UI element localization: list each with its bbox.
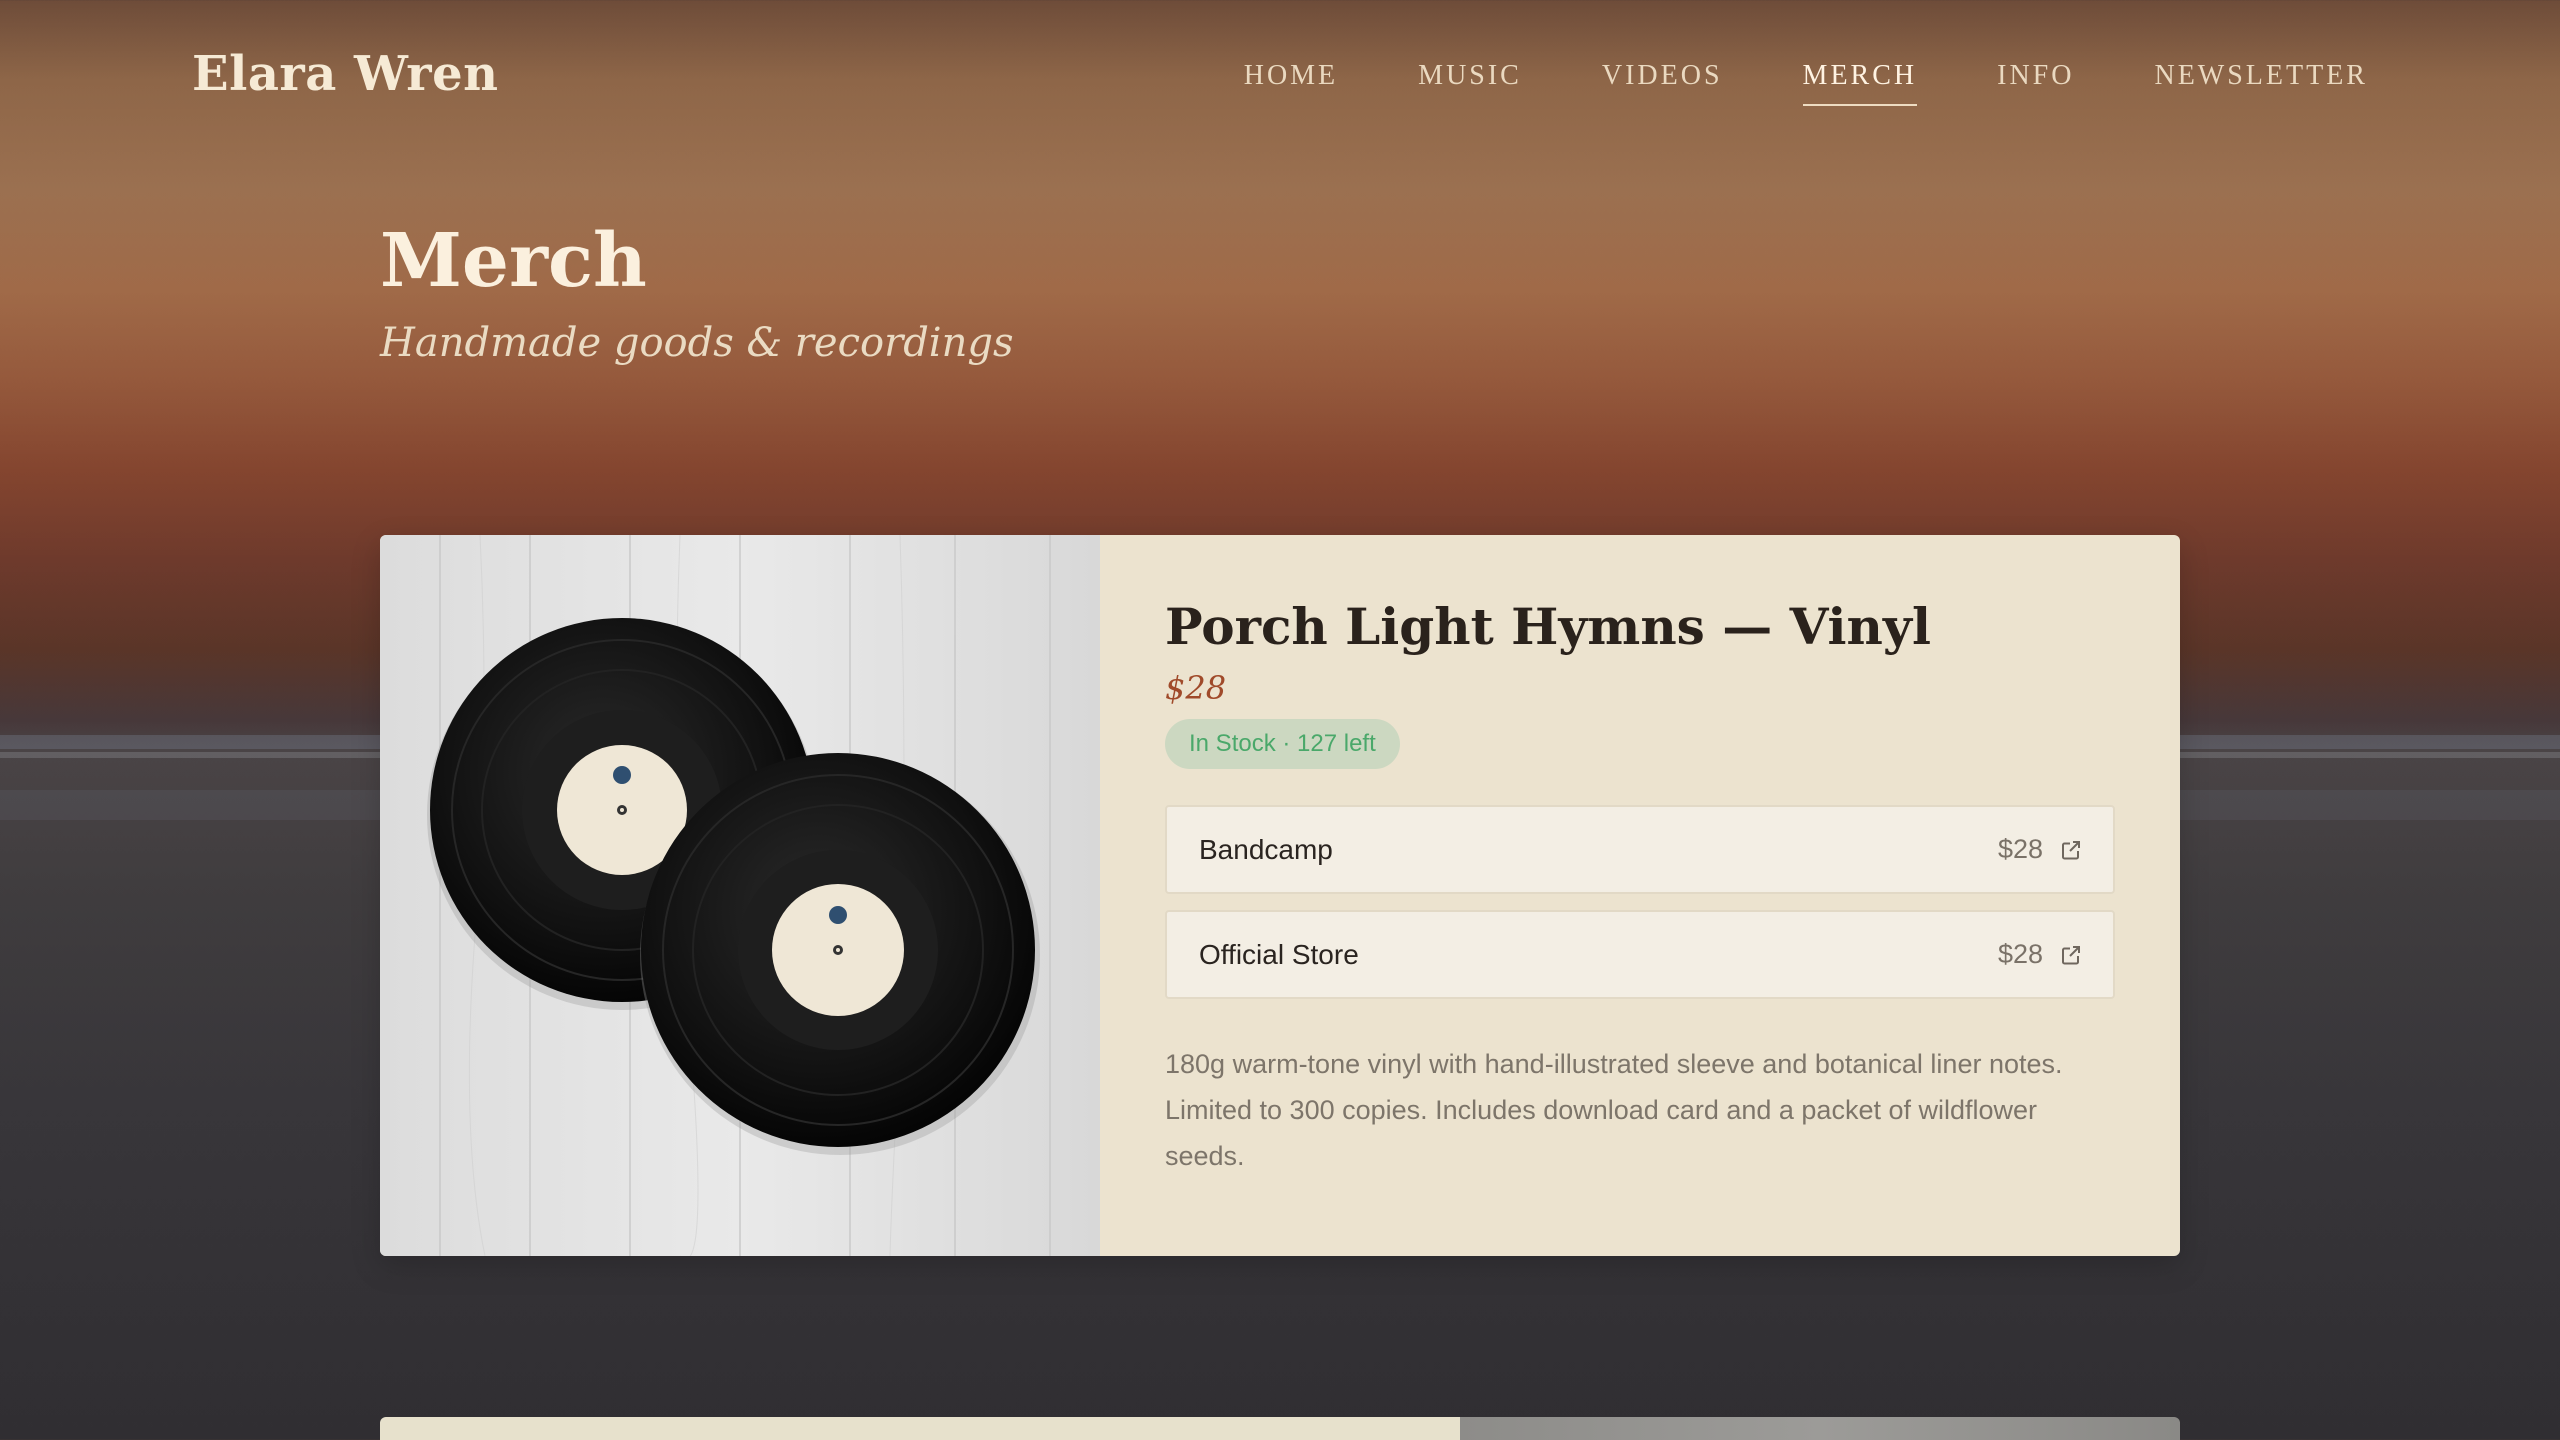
- store-name: Official Store: [1199, 938, 1359, 970]
- nav-merch[interactable]: MERCH: [1802, 60, 1918, 106]
- external-link-icon: [2062, 945, 2080, 964]
- stock-badge: In Stock · 127 left: [1165, 719, 1400, 769]
- nav-music[interactable]: MUSIC: [1418, 60, 1522, 106]
- nav-info[interactable]: INFO: [1997, 60, 2074, 106]
- product-price: $28: [1165, 669, 1227, 707]
- nav-videos[interactable]: VIDEOS: [1602, 60, 1723, 106]
- product-image: [380, 535, 1100, 1256]
- vinyl-records-image: [380, 535, 1100, 1256]
- page-title: Merch: [380, 218, 647, 304]
- product-title: Porch Light Hymns — Vinyl: [1165, 597, 1931, 656]
- store-link-official-store[interactable]: Official Store $28: [1165, 910, 2115, 999]
- store-price: $28: [1997, 939, 2043, 969]
- main-nav: HOME MUSIC VIDEOS MERCH INFO NEWSLETTER: [1244, 60, 2368, 106]
- next-product-card: [380, 1417, 2180, 1440]
- nav-home[interactable]: HOME: [1244, 60, 1338, 106]
- product-card: Porch Light Hymns — Vinyl $28 In Stock ·…: [380, 535, 2180, 1256]
- product-description: 180g warm-tone vinyl with hand-illustrat…: [1165, 1049, 2063, 1171]
- next-product-image: [1460, 1417, 2180, 1440]
- page-subtitle: Handmade goods & recordings: [380, 320, 1014, 366]
- product-details: Porch Light Hymns — Vinyl $28 In Stock ·…: [1100, 535, 2180, 1256]
- brand-logo[interactable]: Elara Wren: [192, 46, 499, 102]
- store-link-bandcamp[interactable]: Bandcamp $28: [1165, 805, 2115, 894]
- external-link-icon: [2062, 840, 2080, 859]
- store-name: Bandcamp: [1199, 833, 1333, 865]
- store-price: $28: [1997, 834, 2043, 864]
- nav-newsletter[interactable]: NEWSLETTER: [2154, 60, 2368, 106]
